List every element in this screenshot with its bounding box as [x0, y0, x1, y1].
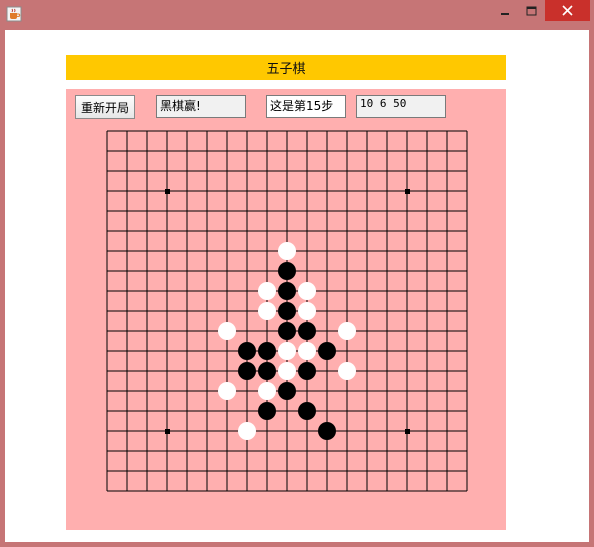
white-stone	[298, 282, 316, 300]
black-stone	[258, 342, 276, 360]
white-stone	[218, 382, 236, 400]
white-stone	[218, 322, 236, 340]
black-stone	[278, 302, 296, 320]
white-stone	[258, 382, 276, 400]
white-stone	[258, 282, 276, 300]
close-button[interactable]	[545, 0, 590, 21]
black-stone	[278, 282, 296, 300]
status-field[interactable]: 黑棋赢!	[156, 95, 246, 118]
white-stone	[298, 302, 316, 320]
game-panel: 重新开局 黑棋赢! 这是第15步 10 6 50	[66, 89, 506, 530]
info-field[interactable]: 10 6 50	[356, 95, 446, 118]
title-bar[interactable]	[0, 0, 594, 30]
white-stone	[338, 362, 356, 380]
black-stone	[278, 262, 296, 280]
minimize-icon	[501, 13, 509, 15]
white-stone	[238, 422, 256, 440]
restart-button[interactable]: 重新开局	[75, 95, 135, 119]
star-point	[405, 189, 410, 194]
black-stone	[238, 362, 256, 380]
application-window: 五子棋 重新开局 黑棋赢! 这是第15步 10 6 50	[0, 0, 594, 547]
black-stone	[278, 382, 296, 400]
white-stone	[258, 302, 276, 320]
black-stone	[258, 402, 276, 420]
java-coffee-icon	[6, 6, 22, 22]
white-stone	[278, 362, 296, 380]
black-stone	[298, 402, 316, 420]
client-area: 五子棋 重新开局 黑棋赢! 这是第15步 10 6 50	[5, 30, 589, 542]
white-stone	[298, 342, 316, 360]
star-point	[405, 429, 410, 434]
white-stone	[278, 342, 296, 360]
minimize-button[interactable]	[494, 0, 516, 22]
gomoku-board[interactable]	[106, 130, 468, 492]
star-point	[165, 189, 170, 194]
step-field[interactable]: 这是第15步	[266, 95, 346, 118]
black-stone	[278, 322, 296, 340]
maximize-icon	[526, 6, 536, 16]
white-stone	[278, 242, 296, 260]
maximize-button[interactable]	[520, 0, 542, 22]
close-icon	[562, 5, 573, 16]
game-title: 五子棋	[66, 55, 506, 80]
white-stone	[338, 322, 356, 340]
black-stone	[238, 342, 256, 360]
black-stone	[258, 362, 276, 380]
star-point	[165, 429, 170, 434]
black-stone	[298, 362, 316, 380]
black-stone	[318, 342, 336, 360]
black-stone	[318, 422, 336, 440]
black-stone	[298, 322, 316, 340]
